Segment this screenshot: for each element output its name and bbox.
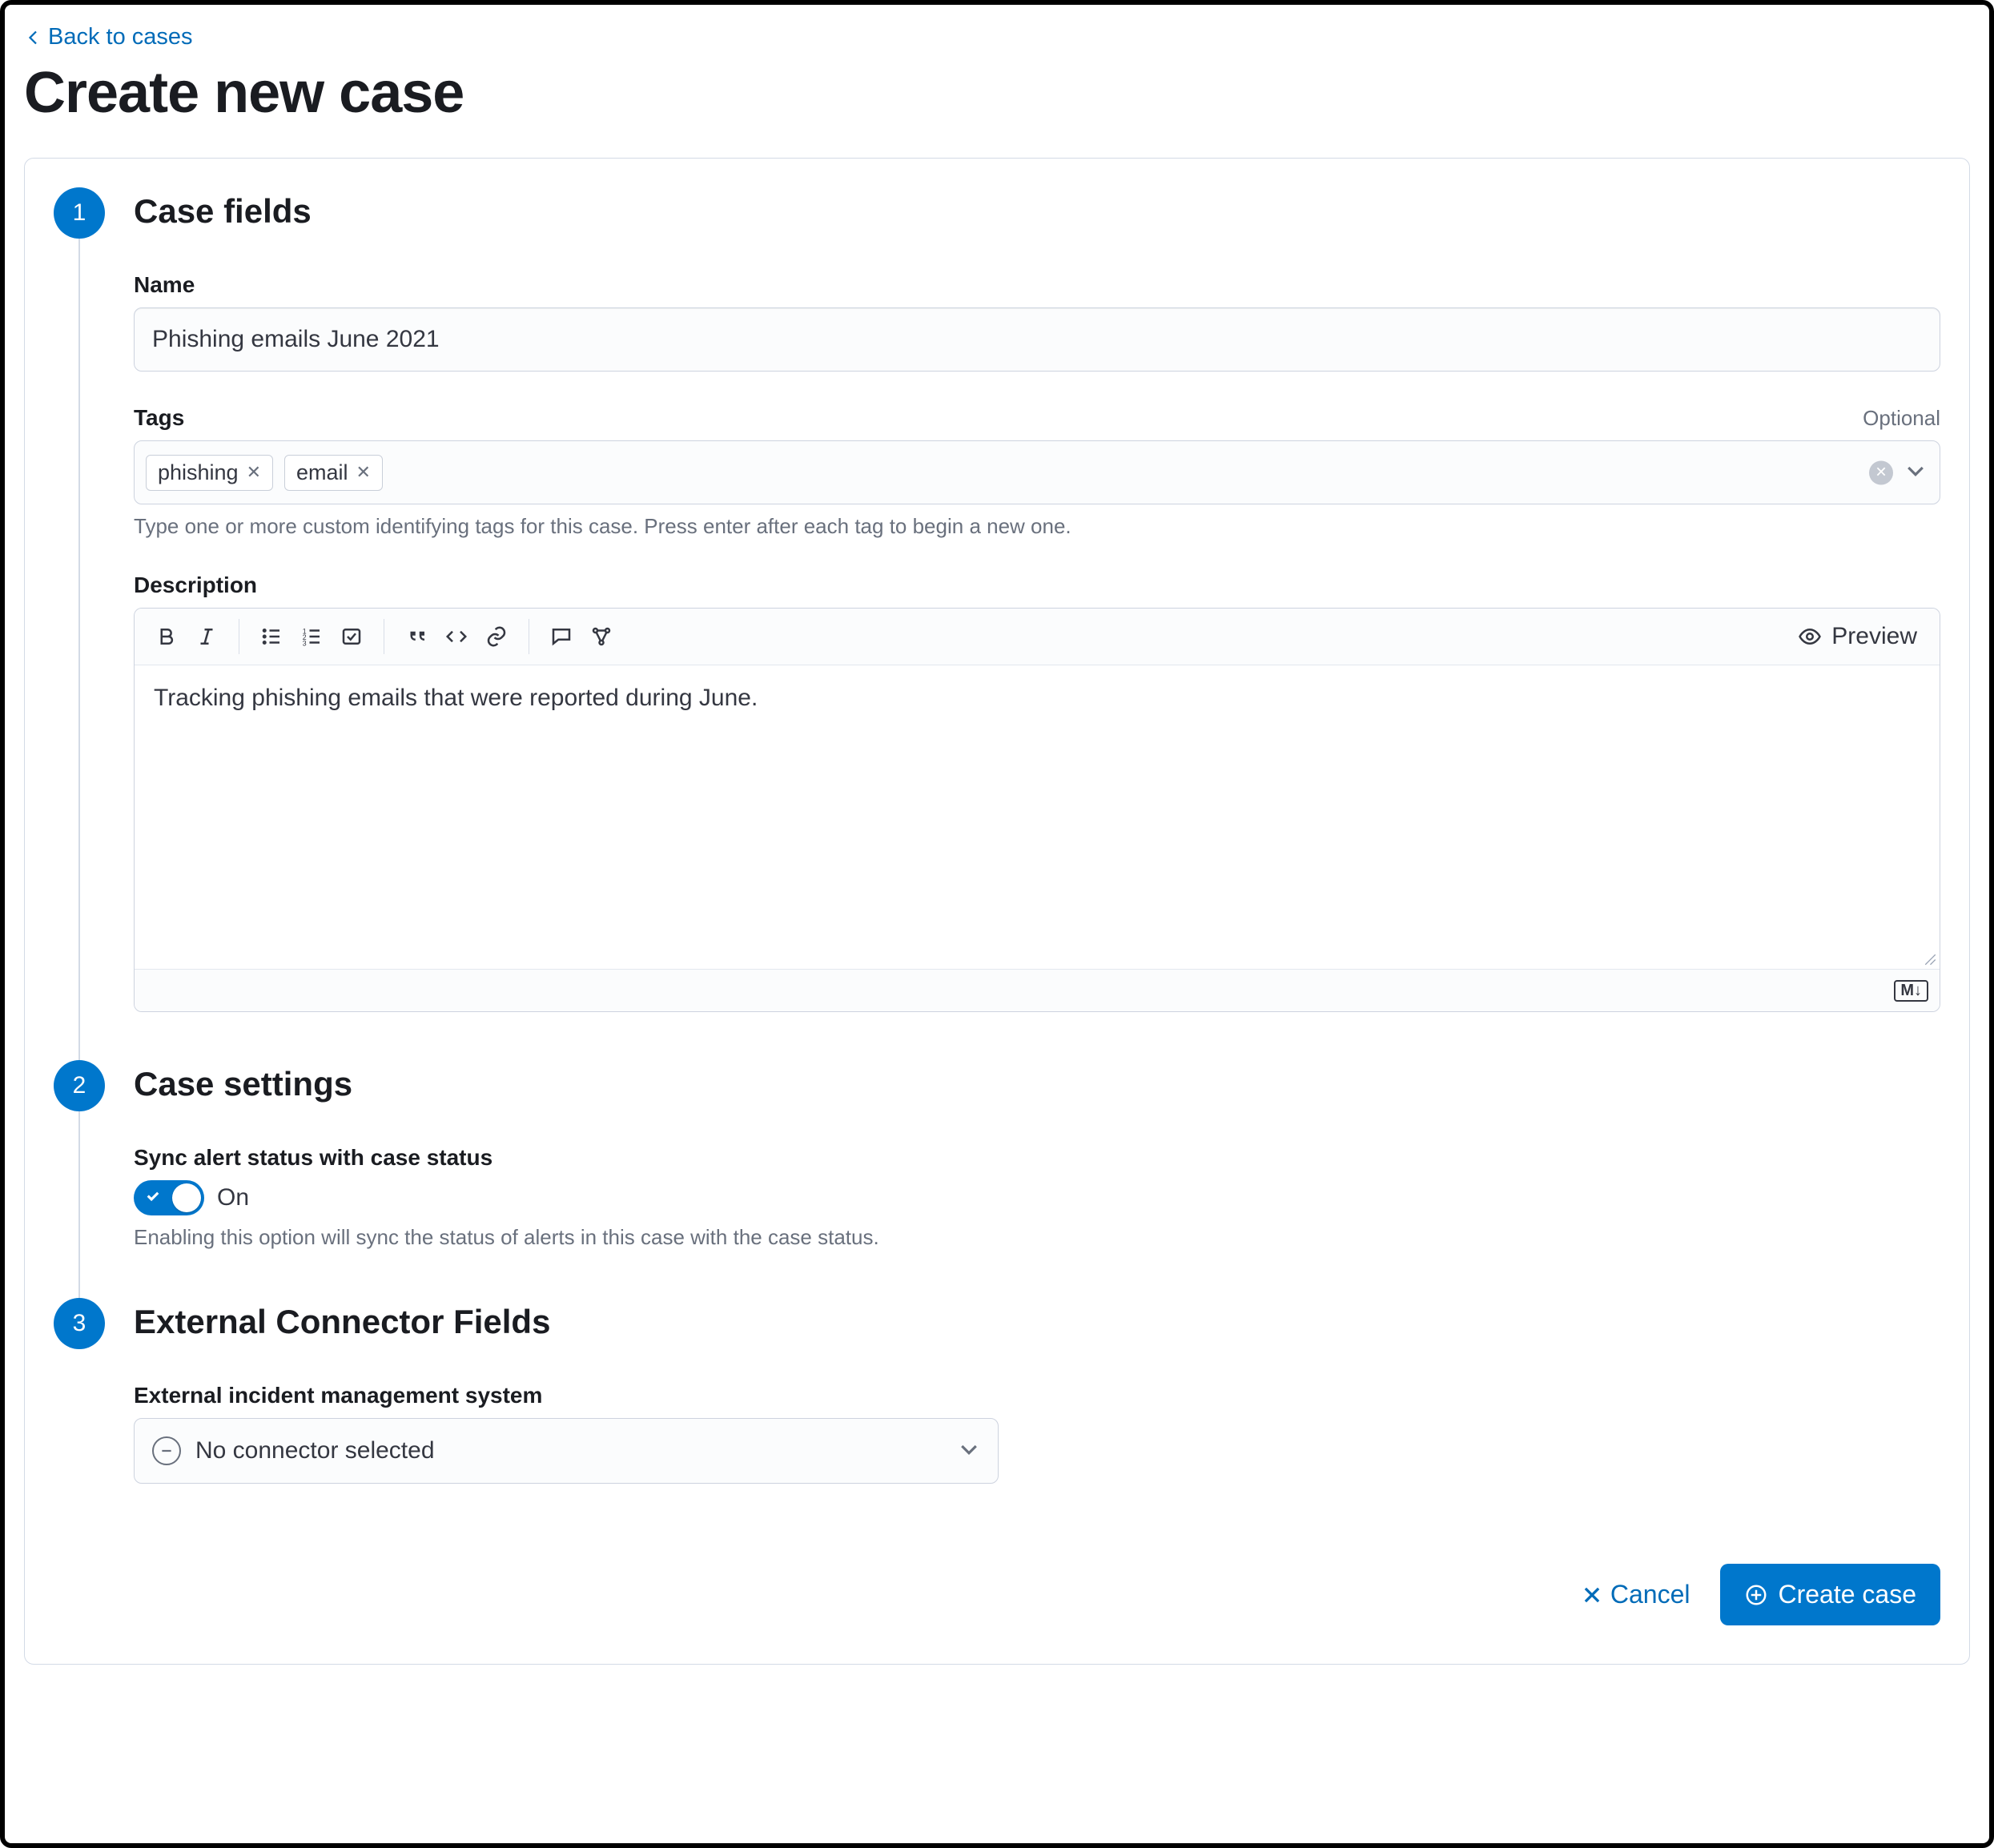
tags-label: Tags: [134, 405, 184, 431]
tags-help-text: Type one or more custom identifying tags…: [134, 514, 1940, 539]
step-number-3: 3: [54, 1298, 105, 1349]
step-connector-line: [78, 239, 80, 1092]
step-title-external-connector: External Connector Fields: [134, 1303, 1940, 1341]
chevron-down-icon[interactable]: [1904, 460, 1927, 486]
toggle-knob: [172, 1183, 201, 1212]
tags-input[interactable]: phishing ✕ email ✕ ✕: [134, 440, 1940, 504]
back-link-label: Back to cases: [48, 24, 193, 50]
description-textarea[interactable]: Tracking phishing emails that were repor…: [135, 665, 1940, 970]
tag-label: phishing: [158, 460, 239, 485]
ordered-list-icon[interactable]: 123: [294, 619, 329, 654]
description-field-row: Description 123: [134, 572, 1940, 1012]
chevron-left-icon: [24, 28, 43, 47]
name-label: Name: [134, 272, 195, 298]
cancel-label: Cancel: [1610, 1580, 1690, 1609]
eye-icon: [1798, 625, 1822, 649]
form-actions: Cancel Create case: [54, 1564, 1940, 1625]
description-text: Tracking phishing emails that were repor…: [154, 685, 758, 711]
editor-toolbar: 123: [135, 609, 1940, 665]
link-icon[interactable]: [479, 619, 514, 654]
sync-toggle[interactable]: [134, 1180, 204, 1215]
back-to-cases-link[interactable]: Back to cases: [24, 24, 193, 50]
bullet-list-icon[interactable]: [254, 619, 289, 654]
connector-field-row: External incident management system No c…: [134, 1383, 1940, 1484]
sync-help-text: Enabling this option will sync the statu…: [134, 1225, 1940, 1250]
connector-label: External incident management system: [134, 1383, 542, 1408]
create-case-panel: 1 Case fields Name Tags Optional phishin…: [24, 158, 1970, 1665]
comment-icon[interactable]: [544, 619, 579, 654]
step-title-case-settings: Case settings: [134, 1065, 1940, 1103]
tag-label: email: [296, 460, 348, 485]
step-title-case-fields: Case fields: [134, 192, 1940, 231]
editor-footer: M↓: [135, 970, 1940, 1011]
cancel-button[interactable]: Cancel: [1574, 1570, 1699, 1619]
markdown-icon[interactable]: M↓: [1894, 980, 1928, 1002]
quote-icon[interactable]: [399, 619, 434, 654]
code-icon[interactable]: [439, 619, 474, 654]
minus-circle-icon: [152, 1436, 181, 1465]
check-icon: [145, 1188, 161, 1208]
tags-field-row: Tags Optional phishing ✕ email ✕ ✕: [134, 405, 1940, 539]
step-number-2: 2: [54, 1060, 105, 1111]
page-title: Create new case: [24, 60, 1970, 126]
step-external-connector: 3 External Connector Fields External inc…: [54, 1298, 1940, 1532]
tag-phishing: phishing ✕: [146, 455, 273, 491]
resize-handle-icon[interactable]: [1920, 950, 1936, 966]
sync-field-row: Sync alert status with case status On En…: [134, 1145, 1940, 1250]
plus-circle-icon: [1744, 1583, 1768, 1607]
chevron-down-icon: [958, 1438, 980, 1464]
sync-label: Sync alert status with case status: [134, 1145, 492, 1171]
preview-button[interactable]: Preview: [1790, 618, 1925, 655]
name-field-row: Name: [134, 272, 1940, 372]
clear-tags-icon[interactable]: ✕: [1869, 460, 1893, 484]
step-case-settings: 2 Case settings Sync alert status with c…: [54, 1060, 1940, 1298]
preview-label: Preview: [1831, 623, 1917, 650]
create-case-label: Create case: [1778, 1580, 1916, 1609]
description-label: Description: [134, 572, 257, 598]
tag-remove-icon[interactable]: ✕: [247, 462, 261, 483]
description-editor: 123: [134, 608, 1940, 1012]
name-input[interactable]: [134, 307, 1940, 372]
sync-state-label: On: [217, 1184, 249, 1211]
svg-text:3: 3: [303, 639, 307, 647]
bold-icon[interactable]: [149, 619, 184, 654]
tag-email: email ✕: [284, 455, 383, 491]
timeline-icon[interactable]: [584, 619, 619, 654]
tag-remove-icon[interactable]: ✕: [356, 462, 371, 483]
close-icon: [1582, 1585, 1602, 1605]
connector-select[interactable]: No connector selected: [134, 1418, 999, 1484]
connector-value: No connector selected: [195, 1437, 435, 1464]
step-case-fields: 1 Case fields Name Tags Optional phishin…: [54, 187, 1940, 1060]
checklist-icon[interactable]: [334, 619, 369, 654]
step-number-1: 1: [54, 187, 105, 239]
italic-icon[interactable]: [189, 619, 224, 654]
tags-optional-label: Optional: [1863, 406, 1940, 431]
create-case-button[interactable]: Create case: [1720, 1564, 1940, 1625]
